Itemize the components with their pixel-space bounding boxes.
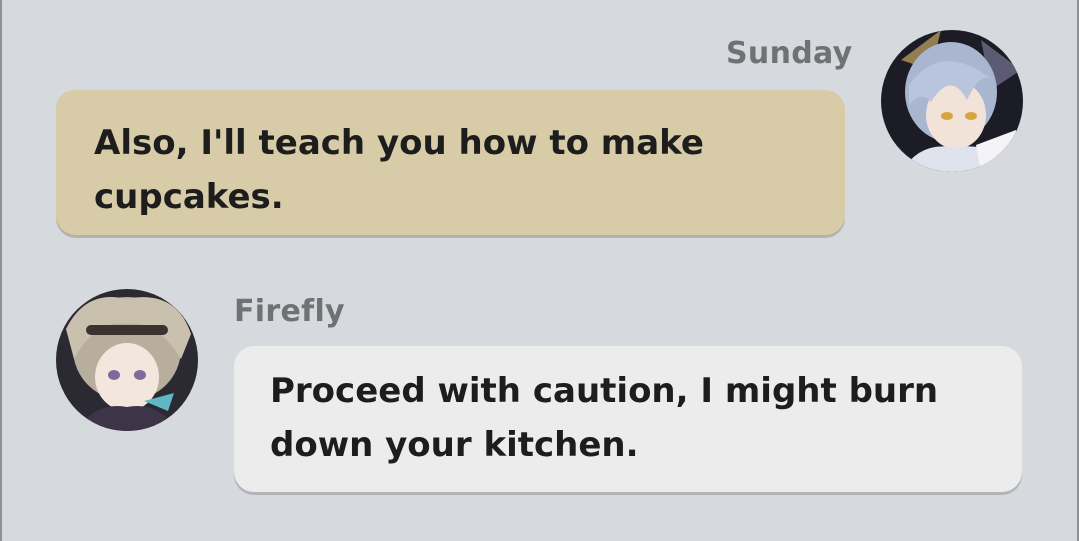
message-bubble-firefly: Proceed with caution, I might burn down … xyxy=(234,346,1022,492)
message-text-line: cupcakes. xyxy=(94,177,284,217)
sender-name-sunday: Sunday xyxy=(726,36,853,71)
sunday-avatar[interactable] xyxy=(881,30,1023,172)
message-text-line: down your kitchen. xyxy=(270,425,639,465)
firefly-avatar[interactable] xyxy=(56,289,198,431)
sunday-avatar-icon xyxy=(881,30,1023,172)
message-text-line: Also, I'll teach you how to make xyxy=(94,123,704,163)
message-text-line: Proceed with caution, I might burn xyxy=(270,371,939,411)
sender-name-firefly: Firefly xyxy=(234,294,345,329)
message-bubble-sunday: Also, I'll teach you how to make cupcake… xyxy=(56,90,845,235)
firefly-avatar-icon xyxy=(56,289,198,431)
